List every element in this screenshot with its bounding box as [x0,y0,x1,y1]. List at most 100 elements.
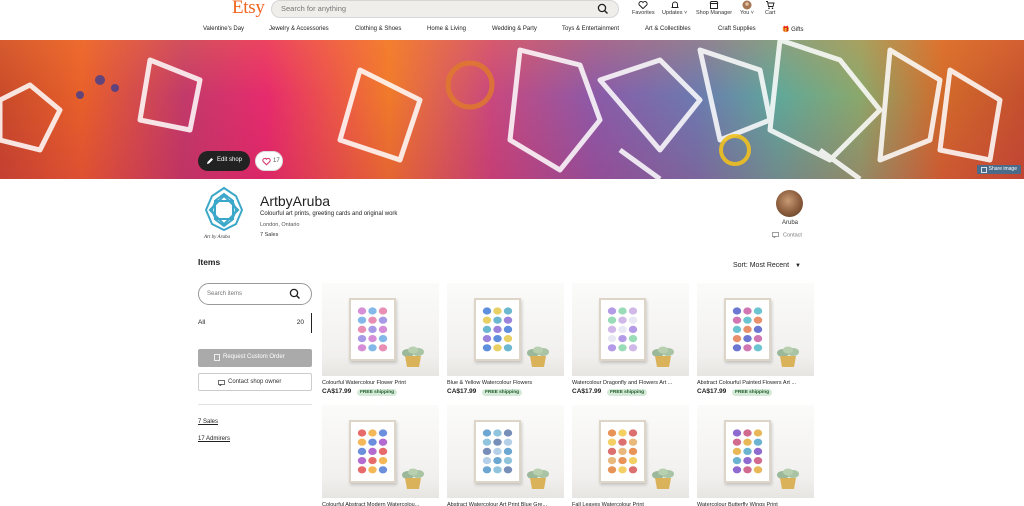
listing-title[interactable]: Colourful Abstract Modern Watercolou... [322,502,439,506]
shop-icon [709,1,719,9]
contact-shop-owner-button[interactable]: Contact shop owner [198,373,312,391]
category-valentines[interactable]: Valentine's Day [203,26,244,32]
category-wedding[interactable]: Wedding & Party [492,26,537,32]
category-craft[interactable]: Craft Supplies [718,26,756,32]
shop-sales[interactable]: 7 Sales [260,232,278,238]
you-nav[interactable]: You ˅ [740,0,754,16]
cart-nav[interactable]: Cart [765,0,775,16]
heart-icon [638,1,648,10]
edit-shop-button[interactable]: Edit shop [198,151,250,171]
plant-pot [777,346,799,367]
caret-down-icon: ▼ [794,263,801,269]
avatar-icon [742,0,752,10]
plant-pot [402,346,424,367]
listing-artwork [357,307,388,352]
listing-artwork [732,307,763,352]
share-icon [980,167,987,173]
admirers-link[interactable]: 17 Admirers [198,436,230,442]
shop-manager-nav[interactable]: Shop Manager [696,0,732,16]
category-nav: Valentine's Day Jewelry & Accessories Cl… [0,26,1024,38]
cart-label: Cart [765,10,776,16]
plant-pot [652,346,674,367]
banner-artwork [0,40,1003,179]
message-icon [218,380,225,386]
plant-pot [527,468,549,489]
category-jewelry[interactable]: Jewelry & Accessories [269,26,329,32]
updates-nav[interactable]: Updates ˅ [662,0,687,16]
shop-search[interactable]: Search items [198,283,312,305]
listing-title[interactable]: Fall Leaves Watercolour Print [572,502,689,506]
listing-artwork [732,429,763,474]
updates-label: Updates ˅ [662,10,688,16]
listing-price: CA$17.99 [447,388,477,395]
sales-link[interactable]: 7 Sales [198,419,218,425]
section-all[interactable]: All 20 [198,313,312,333]
shop-manager-label: Shop Manager [696,10,733,16]
listing-artwork [357,429,388,474]
free-shipping-badge: FREE shipping [357,389,398,396]
listing-image[interactable] [447,283,564,376]
cart-icon [766,1,775,10]
category-gifts[interactable]: 🎁 Gifts [782,26,804,33]
listing-image[interactable] [322,283,439,376]
share-image-label: Share image [988,166,1017,172]
plant-pot [652,468,674,489]
etsy-logo[interactable]: Etsy [232,0,265,19]
listing-image[interactable] [572,283,689,376]
favorites-label: Favorites [632,10,655,16]
contact-label: Contact [783,232,802,239]
shop-tagline: Colourful art prints, greeting cards and… [260,211,398,217]
contact-link[interactable]: Contact [772,232,802,239]
shop-name: ArtbyAruba [260,193,331,209]
free-shipping-badge: FREE shipping [732,389,773,396]
favorites-nav[interactable]: Favorites [632,0,655,16]
sort-dropdown[interactable]: Sort: Most Recent ▼ [733,262,801,269]
listing-image[interactable] [447,405,564,498]
listing-frame [349,298,396,361]
shop-logo-text: Art by Aruba [204,235,231,240]
edit-shop-label: Edit shop [217,157,243,163]
listing-title[interactable]: Colourful Watercolour Flower Print [322,380,439,386]
category-clothing[interactable]: Clothing & Shoes [355,26,401,32]
items-heading: Items [198,257,221,267]
listing-frame [349,420,396,483]
listing-image[interactable] [572,405,689,498]
request-custom-order-label: Request Custom Order [223,354,285,360]
search-input[interactable]: Search for anything [281,4,346,13]
request-custom-order-button[interactable]: Request Custom Order [198,349,312,367]
you-label: You ˅ [740,10,755,16]
message-icon [772,232,779,239]
listing-title[interactable]: Abstract Colourful Painted Flowers Art .… [697,380,814,386]
shop-banner: Edit shop 17 Share image [0,40,1024,179]
search-bar[interactable]: Search for anything [271,0,619,18]
listing-title[interactable]: Watercolour Butterfly Wings Print [697,502,814,506]
favorite-shop-button[interactable]: 17 [255,151,283,171]
listing-frame [599,298,646,361]
listing-frame [599,420,646,483]
shop-location: London, Ontario [260,222,300,228]
owner-avatar[interactable] [776,190,803,217]
search-icon[interactable] [597,3,609,15]
listing-frame [724,420,771,483]
category-home[interactable]: Home & Living [427,26,466,32]
listing-price: CA$17.99 [572,388,602,395]
category-art[interactable]: Art & Collectibles [645,26,691,32]
search-items-input[interactable]: Search items [207,291,242,297]
listing-title[interactable]: Watercolour Dragonfly and Flowers Art ..… [572,380,689,386]
pencil-icon [207,158,213,164]
listing-title[interactable]: Blue & Yellow Watercolour Flowers [447,380,564,386]
listing-title[interactable]: Abstract Watercolour Art Print Blue Gre.… [447,502,564,506]
search-icon[interactable] [289,288,301,300]
owner-name[interactable]: Aruba [775,220,805,226]
listing-artwork [482,307,513,352]
listing-image[interactable] [322,405,439,498]
share-image-button[interactable]: Share image [976,165,1021,174]
listing-image[interactable] [697,283,814,376]
document-icon [214,354,220,361]
bell-icon [671,1,679,8]
category-toys[interactable]: Toys & Entertainment [562,26,619,32]
category-gifts-label: Gifts [791,27,804,33]
shop-logo: Art by Aruba [198,186,250,244]
listing-image[interactable] [697,405,814,498]
listing-artwork [482,429,513,474]
